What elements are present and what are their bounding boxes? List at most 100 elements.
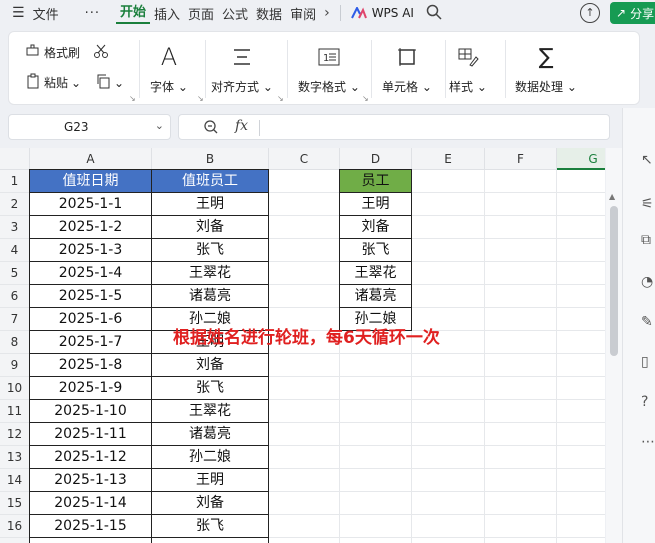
column-header-d[interactable]: D (340, 148, 412, 170)
column-header-f[interactable]: F (485, 148, 557, 170)
row-header[interactable]: 16 (0, 515, 30, 538)
cut-icon[interactable] (93, 43, 109, 59)
date-cell[interactable]: 2025-1-10 (29, 399, 152, 423)
row-header[interactable]: 13 (0, 446, 30, 469)
more-icon[interactable]: ⋯ (641, 434, 655, 450)
paste-button[interactable]: 粘贴 ⌄ (25, 73, 81, 92)
row-header[interactable]: 14 (0, 469, 30, 492)
dialog-launcher-icon[interactable]: ↘ (129, 94, 136, 103)
number-format-button[interactable]: 1 数字格式 ⌄ (289, 42, 369, 95)
select-all-corner[interactable] (0, 148, 30, 170)
table-header-cell[interactable]: 值班日期 (29, 169, 152, 193)
staff-list-cell[interactable]: 刘备 (339, 215, 412, 239)
staff-cell[interactable]: 王明 (151, 192, 269, 216)
column-header-a[interactable]: A (30, 148, 152, 170)
staff-cell[interactable]: 诸葛亮 (151, 422, 269, 446)
date-cell[interactable]: 2025-1-6 (29, 307, 152, 331)
date-cell[interactable]: 2025-1-7 (29, 330, 152, 354)
bookmark-icon[interactable]: ▯ (641, 354, 649, 370)
tab-formula[interactable]: 公式 (218, 4, 252, 23)
name-box[interactable]: G23 ⌄ (8, 114, 171, 140)
row-header[interactable]: 11 (0, 400, 30, 423)
menu-file[interactable]: 文件 (29, 4, 63, 23)
row-header[interactable]: 4 (0, 239, 30, 262)
more-icon[interactable]: ··· (81, 6, 104, 21)
column-header-b[interactable]: B (152, 148, 269, 170)
date-cell[interactable]: 2025-1-14 (29, 491, 152, 515)
data-process-button[interactable]: ∑ 数据处理 ⌄ (507, 42, 585, 95)
tools-icon[interactable]: ✎ (641, 314, 653, 330)
date-cell[interactable]: 2025-1-13 (29, 468, 152, 492)
staff-cell[interactable]: 孙二娘 (151, 445, 269, 469)
staff-cell[interactable]: 张飞 (151, 376, 269, 400)
staff-list-cell[interactable]: 张飞 (339, 238, 412, 262)
copy-button[interactable]: ⌄ (95, 73, 124, 92)
row-header[interactable] (0, 538, 30, 543)
staff-cell[interactable]: 刘备 (151, 353, 269, 377)
table-icon[interactable]: ⧉ (641, 232, 651, 248)
zoom-icon[interactable] (203, 119, 219, 138)
dialog-launcher-icon[interactable]: ↘ (362, 94, 369, 103)
date-cell[interactable]: 2025-1-4 (29, 261, 152, 285)
date-cell[interactable]: 2025-1-12 (29, 445, 152, 469)
row-header[interactable]: 6 (0, 285, 30, 308)
staff-cell[interactable]: 王明 (151, 468, 269, 492)
column-header-g[interactable]: G (557, 148, 605, 170)
cursor-icon[interactable]: ↖ (641, 152, 653, 168)
date-cell[interactable]: 2025-1-3 (29, 238, 152, 262)
staff-cell[interactable]: 张飞 (151, 238, 269, 262)
date-cell[interactable]: 2025-1-9 (29, 376, 152, 400)
row-header[interactable]: 15 (0, 492, 30, 515)
staff-cell[interactable]: 张飞 (151, 514, 269, 538)
vertical-scrollbar[interactable]: ▲ (606, 148, 622, 543)
adjust-icon[interactable]: ⚟ (641, 196, 654, 212)
chevron-right-icon[interactable]: › (324, 5, 330, 21)
row-header[interactable]: 7 (0, 308, 30, 331)
row-header[interactable]: 8 (0, 331, 30, 354)
hamburger-icon[interactable]: ☰ (8, 5, 29, 21)
style-button[interactable]: 样式 ⌄ (433, 42, 503, 95)
staff-cell[interactable]: 王翠花 (151, 261, 269, 285)
date-cell[interactable]: 2025-1-1 (29, 192, 152, 216)
staff-cell[interactable] (151, 537, 269, 543)
search-icon[interactable] (426, 4, 442, 23)
column-header-e[interactable]: E (412, 148, 485, 170)
staff-cell[interactable]: 刘备 (151, 491, 269, 515)
tab-home[interactable]: 开始 (115, 2, 150, 24)
staff-list-cell[interactable]: 王明 (339, 192, 412, 216)
staff-cell[interactable]: 诸葛亮 (151, 284, 269, 308)
align-button[interactable]: 对齐方式 ⌄ (202, 42, 282, 95)
cloud-upload-icon[interactable]: ↑ (580, 3, 600, 23)
column-header-c[interactable]: C (269, 148, 340, 170)
row-header[interactable]: 2 (0, 193, 30, 216)
font-button[interactable]: A 字体 ⌄ (129, 42, 209, 95)
date-cell[interactable]: 2025-1-8 (29, 353, 152, 377)
tab-insert[interactable]: 插入 (150, 4, 184, 23)
tab-page[interactable]: 页面 (184, 4, 218, 23)
format-painter-button[interactable]: 格式刷 (25, 43, 80, 62)
date-cell[interactable]: 2025-1-11 (29, 422, 152, 446)
date-cell[interactable] (29, 537, 152, 543)
staff-cell[interactable]: 王翠花 (151, 399, 269, 423)
share-button[interactable]: ↗ 分享 (610, 2, 655, 24)
formula-bar[interactable]: fx (178, 114, 610, 140)
date-cell[interactable]: 2025-1-5 (29, 284, 152, 308)
shapes-icon[interactable]: ◔ (641, 274, 653, 290)
row-header[interactable]: 12 (0, 423, 30, 446)
row-header[interactable]: 1 (0, 170, 30, 193)
staff-list-cell[interactable]: 王翠花 (339, 261, 412, 285)
scrollbar-thumb[interactable] (610, 206, 618, 356)
staff-list-cell[interactable]: 诸葛亮 (339, 284, 412, 308)
staff-cell[interactable]: 刘备 (151, 215, 269, 239)
help-icon[interactable]: ? (641, 394, 648, 410)
dialog-launcher-icon[interactable]: ↘ (197, 94, 204, 103)
chevron-down-icon[interactable]: ⌄ (155, 119, 164, 132)
row-header[interactable]: 5 (0, 262, 30, 285)
row-header[interactable]: 10 (0, 377, 30, 400)
date-cell[interactable]: 2025-1-15 (29, 514, 152, 538)
date-cell[interactable]: 2025-1-2 (29, 215, 152, 239)
wps-ai-button[interactable]: WPS AI (350, 5, 414, 20)
row-header[interactable]: 3 (0, 216, 30, 239)
table-header-cell[interactable]: 值班员工 (151, 169, 269, 193)
dialog-launcher-icon[interactable]: ↘ (277, 94, 284, 103)
